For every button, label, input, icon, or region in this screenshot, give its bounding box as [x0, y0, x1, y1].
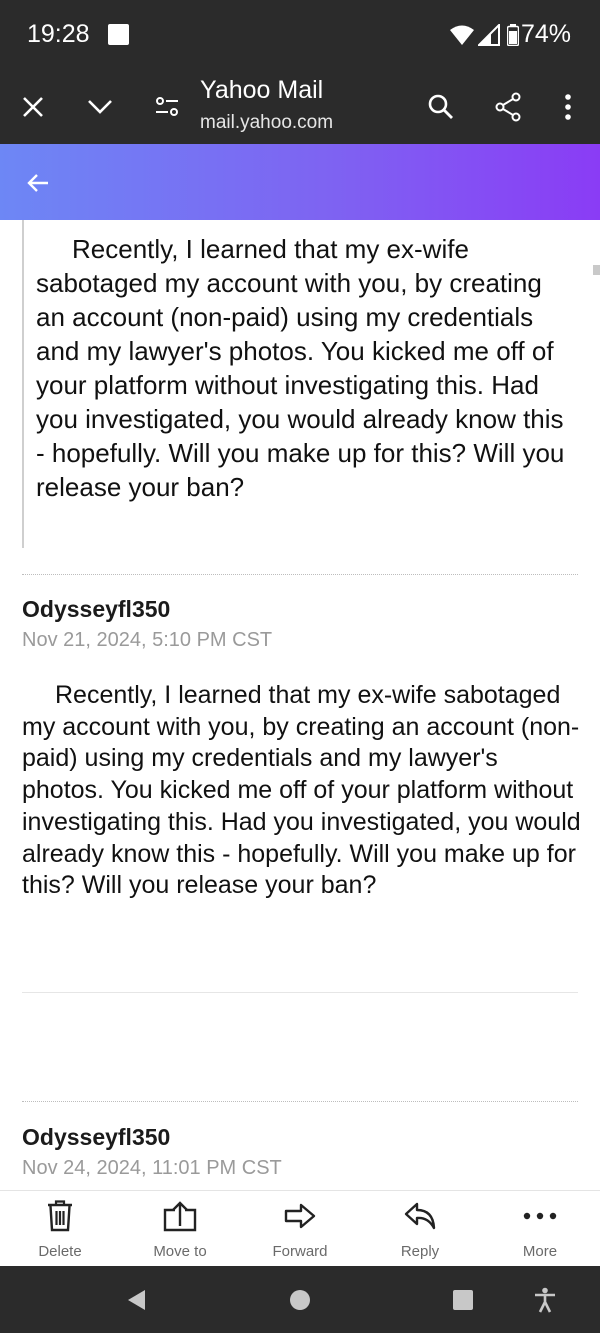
battery-icon — [506, 24, 520, 51]
system-navigation-bar — [0, 1266, 600, 1333]
recents-icon[interactable] — [448, 1286, 478, 1314]
search-icon[interactable] — [424, 90, 458, 124]
browser-title: Yahoo Mail — [200, 76, 324, 104]
message-sender[interactable]: Odysseyfl350 — [22, 1124, 170, 1151]
status-time: 19:28 — [27, 20, 90, 48]
browser-url[interactable]: mail.yahoo.com — [200, 112, 333, 134]
back-arrow-icon[interactable] — [24, 168, 54, 198]
more-dots-icon — [522, 1199, 558, 1233]
status-bar: 19:28 74% — [0, 0, 600, 70]
share-icon[interactable] — [491, 90, 525, 124]
scrollbar-thumb[interactable] — [593, 265, 600, 275]
forward-arrow-icon — [282, 1199, 318, 1233]
quoted-text: Recently, I learned that my ex-wife sabo… — [36, 234, 565, 502]
reply-button[interactable]: Reply — [360, 1191, 480, 1267]
battery-percent: 74% — [521, 20, 572, 48]
message-divider — [22, 1101, 578, 1102]
message-sender[interactable]: Odysseyfl350 — [22, 596, 170, 623]
signal-icon — [476, 22, 500, 51]
notification-icon — [108, 24, 129, 45]
message-body: Recently, I learned that my ex-wife sabo… — [22, 681, 581, 900]
delete-button[interactable]: Delete — [0, 1191, 120, 1267]
message-date: Nov 21, 2024, 5:10 PM CST — [22, 629, 273, 651]
move-to-label: Move to — [153, 1243, 207, 1260]
home-icon[interactable] — [285, 1286, 315, 1314]
overflow-menu-icon[interactable] — [551, 90, 585, 124]
reply-label: Reply — [400, 1243, 440, 1260]
message-divider — [22, 992, 578, 993]
reply-arrow-icon — [402, 1199, 438, 1233]
message-date: Nov 24, 2024, 11:01 PM CST — [22, 1157, 282, 1179]
back-icon[interactable] — [121, 1286, 151, 1314]
message-thread[interactable]: Recently, I learned that my ex-wife sabo… — [0, 220, 600, 1190]
trash-icon — [42, 1199, 78, 1233]
wifi-icon — [450, 24, 474, 51]
forward-label: Forward — [272, 1243, 328, 1260]
move-to-button[interactable]: Move to — [120, 1191, 240, 1267]
accessibility-icon[interactable] — [530, 1286, 560, 1314]
browser-toolbar: Yahoo Mail mail.yahoo.com — [0, 70, 600, 144]
chevron-down-icon[interactable] — [83, 90, 117, 124]
more-label: More — [522, 1243, 558, 1260]
quoted-message: Recently, I learned that my ex-wife sabo… — [22, 220, 564, 548]
close-icon[interactable] — [16, 90, 50, 124]
more-button[interactable]: More — [480, 1191, 600, 1267]
forward-button[interactable]: Forward — [240, 1191, 360, 1267]
message-divider — [22, 574, 578, 575]
mail-header — [0, 144, 600, 220]
delete-label: Delete — [38, 1243, 82, 1260]
site-settings-icon[interactable] — [150, 90, 184, 124]
move-to-icon — [162, 1199, 198, 1233]
message-action-bar: Delete Move to Forward Reply More — [0, 1190, 600, 1267]
